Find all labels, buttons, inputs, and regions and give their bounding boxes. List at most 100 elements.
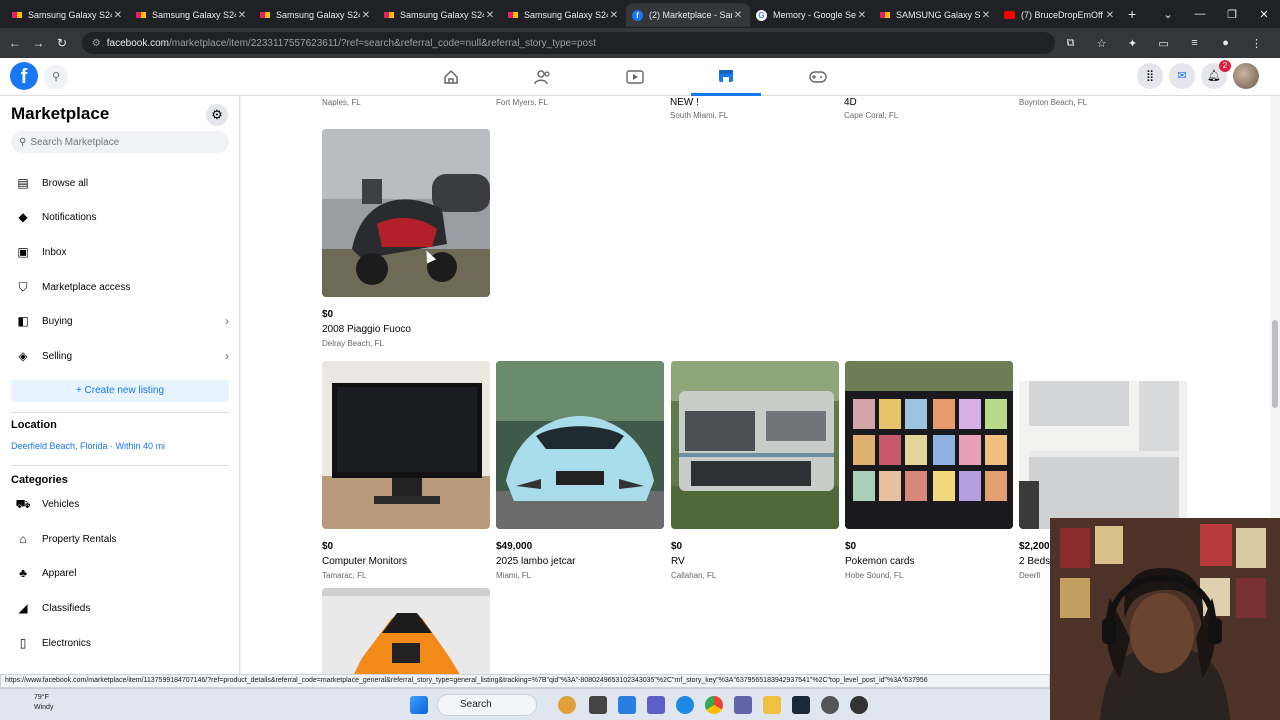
notifications-bell-icon[interactable]: 🔔︎ 2 — [1201, 60, 1231, 89]
close-icon[interactable]: ✕ — [980, 10, 992, 21]
avatar[interactable] — [1233, 63, 1259, 89]
listing-photo[interactable] — [322, 588, 490, 674]
sidebar-item-browse-all[interactable]: ▤ Browse all — [11, 168, 229, 198]
listing-photo[interactable] — [671, 361, 839, 529]
listing-location: Fort Myers, FL — [496, 98, 549, 107]
tab-search-icon[interactable]: ⌄ — [1152, 8, 1184, 21]
sidebar-item-notifications[interactable]: ◆ Notifications — [11, 202, 229, 232]
steam-icon[interactable] — [792, 696, 810, 714]
listing-card[interactable]: $0 Computer Monitors Tamarac, FL — [322, 361, 490, 580]
sidebar-item-inbox[interactable]: ▣ Inbox — [11, 237, 229, 267]
category-property-rentals[interactable]: ⌂ Property Rentals — [11, 524, 229, 554]
browser-tab[interactable]: Samsung Galaxy S24 ✕ — [378, 3, 502, 27]
facebook-logo-icon[interactable]: f — [10, 62, 38, 90]
close-icon[interactable]: ✕ — [112, 10, 124, 21]
close-window-icon[interactable]: ✕ — [1248, 8, 1280, 21]
home-icon[interactable] — [416, 58, 486, 96]
browser-tab[interactable]: (7) BruceDropEmOff ✕ — [998, 3, 1122, 27]
weather-widget[interactable]: 79°F Windy — [8, 693, 53, 713]
app-icon[interactable] — [618, 696, 636, 714]
screen: Samsung Galaxy S24 ✕ Samsung Galaxy S24 ✕ … — [0, 0, 1280, 720]
listing-photo[interactable] — [322, 129, 490, 297]
phone-icon: ▯ — [19, 636, 27, 650]
create-new-listing-button[interactable]: + Create new listing — [11, 380, 229, 402]
store-icon[interactable] — [734, 696, 752, 714]
browser-tab[interactable]: Samsung Galaxy S24 ✕ — [6, 3, 130, 27]
search-icon[interactable]: ⚲ — [44, 65, 68, 89]
site-info-icon[interactable]: ⚙ — [92, 38, 101, 49]
app-icon[interactable] — [850, 696, 868, 714]
sidebar-item-marketplace-access[interactable]: ⛉ Marketplace access — [11, 272, 229, 302]
new-tab-button[interactable]: + — [1128, 6, 1136, 22]
task-view-icon[interactable] — [589, 696, 607, 714]
marketplace-search-input[interactable] — [30, 136, 211, 148]
settings-gear-icon[interactable]: ⚙ — [206, 104, 228, 126]
listing-card[interactable]: $0 Pokemon cards Hobe Sound, FL — [845, 361, 1013, 580]
extensions-icon[interactable]: ✦ — [1117, 37, 1148, 50]
chrome-icon[interactable] — [705, 696, 723, 714]
browser-tab[interactable]: Samsung Galaxy S24 ✕ — [502, 3, 626, 27]
listing-card[interactable] — [322, 588, 490, 674]
close-icon[interactable]: ✕ — [360, 10, 372, 21]
browser-tab[interactable]: Samsung Galaxy S24 ✕ — [130, 3, 254, 27]
address-bar[interactable]: ⚙ facebook.com/marketplace/item/22331175… — [81, 32, 1056, 54]
marketplace-icon[interactable] — [691, 58, 761, 96]
category-vehicles[interactable]: ⛟ Vehicles — [11, 489, 229, 519]
sidebar-item-selling[interactable]: ◈ Selling › — [11, 341, 229, 371]
windows-start-icon[interactable] — [410, 696, 428, 714]
maximize-icon[interactable]: ❐ — [1216, 8, 1248, 21]
close-icon[interactable]: ✕ — [856, 10, 868, 21]
file-explorer-icon[interactable] — [763, 696, 781, 714]
listing-photo[interactable] — [1019, 361, 1187, 529]
back-icon[interactable]: ← — [3, 36, 27, 50]
teams-icon[interactable] — [647, 696, 665, 714]
menu-grid-icon[interactable]: ⣿ — [1137, 63, 1163, 89]
category-classifieds[interactable]: ◢ Classifieds — [11, 593, 229, 623]
listing-card-partial[interactable]: 4D Cape Coral, FL — [844, 96, 898, 122]
close-icon[interactable]: ✕ — [1104, 10, 1116, 21]
inbox-icon: ▣ — [17, 245, 29, 259]
sidebar-item-buying[interactable]: ◧ Buying › — [11, 306, 229, 336]
reload-icon[interactable]: ↻ — [50, 36, 74, 50]
listing-card-partial[interactable]: Fort Myers, FL — [496, 96, 548, 109]
media-icon[interactable]: ▭ — [1148, 37, 1179, 50]
close-icon[interactable]: ✕ — [236, 10, 248, 21]
settings-icon[interactable] — [821, 696, 839, 714]
scrollbar-thumb[interactable] — [1272, 320, 1278, 408]
listing-card-partial[interactable]: Boynton Beach, FL — [1019, 96, 1087, 109]
listing-card[interactable]: $0 RV Callahan, FL — [671, 361, 839, 580]
forward-icon[interactable]: → — [27, 36, 51, 50]
listing-card[interactable]: $49,000 2025 lambo jetcar Miami, FL — [496, 361, 664, 580]
category-apparel[interactable]: ♣ Apparel — [11, 558, 229, 588]
browser-menu-icon[interactable]: ⋮ — [1241, 37, 1272, 50]
listing-photo[interactable] — [496, 361, 664, 529]
taskbar-search[interactable]: Search — [437, 694, 537, 716]
listing-card-partial[interactable]: NEW ! South Miami, FL — [670, 96, 728, 122]
marketplace-search[interactable]: ⚲ — [11, 131, 229, 153]
friends-icon[interactable] — [508, 58, 578, 96]
gaming-icon[interactable] — [783, 58, 853, 96]
listing-photo[interactable] — [322, 361, 490, 529]
close-icon[interactable]: ✕ — [732, 10, 744, 21]
reading-list-icon[interactable]: ≡ — [1179, 37, 1210, 50]
messenger-icon[interactable]: ✉ — [1169, 63, 1195, 89]
listing-card-partial[interactable]: Naples, FL — [322, 96, 361, 109]
browser-tab-active[interactable]: f (2) Marketplace - Sam ✕ — [626, 3, 750, 27]
browser-tab[interactable]: SAMSUNG Galaxy S2 ✕ — [874, 3, 998, 27]
browser-tab[interactable]: Samsung Galaxy S24- ✕ — [254, 3, 378, 27]
profile-icon[interactable]: ● — [1210, 37, 1241, 50]
close-icon[interactable]: ✕ — [608, 10, 620, 21]
watch-icon[interactable] — [600, 58, 670, 96]
edge-icon[interactable] — [676, 696, 694, 714]
location-filter-link[interactable]: Deerfield Beach, Florida · Within 40 mi — [11, 441, 165, 451]
listing-photo[interactable] — [845, 361, 1013, 529]
minimize-icon[interactable]: — — [1184, 8, 1216, 20]
browser-tab[interactable]: G Memory - Google Sea ✕ — [750, 3, 874, 27]
tab-title: Memory - Google Sea — [773, 10, 856, 20]
category-electronics[interactable]: ▯ Electronics — [11, 628, 229, 658]
widget-icon[interactable] — [558, 696, 576, 714]
bookmark-star-icon[interactable]: ☆ — [1086, 37, 1117, 50]
close-icon[interactable]: ✕ — [484, 10, 496, 21]
listing-card[interactable]: $0 2008 Piaggio Fuoco Delray Beach, FL — [322, 129, 490, 348]
install-app-icon[interactable]: ⧉ — [1055, 37, 1086, 50]
